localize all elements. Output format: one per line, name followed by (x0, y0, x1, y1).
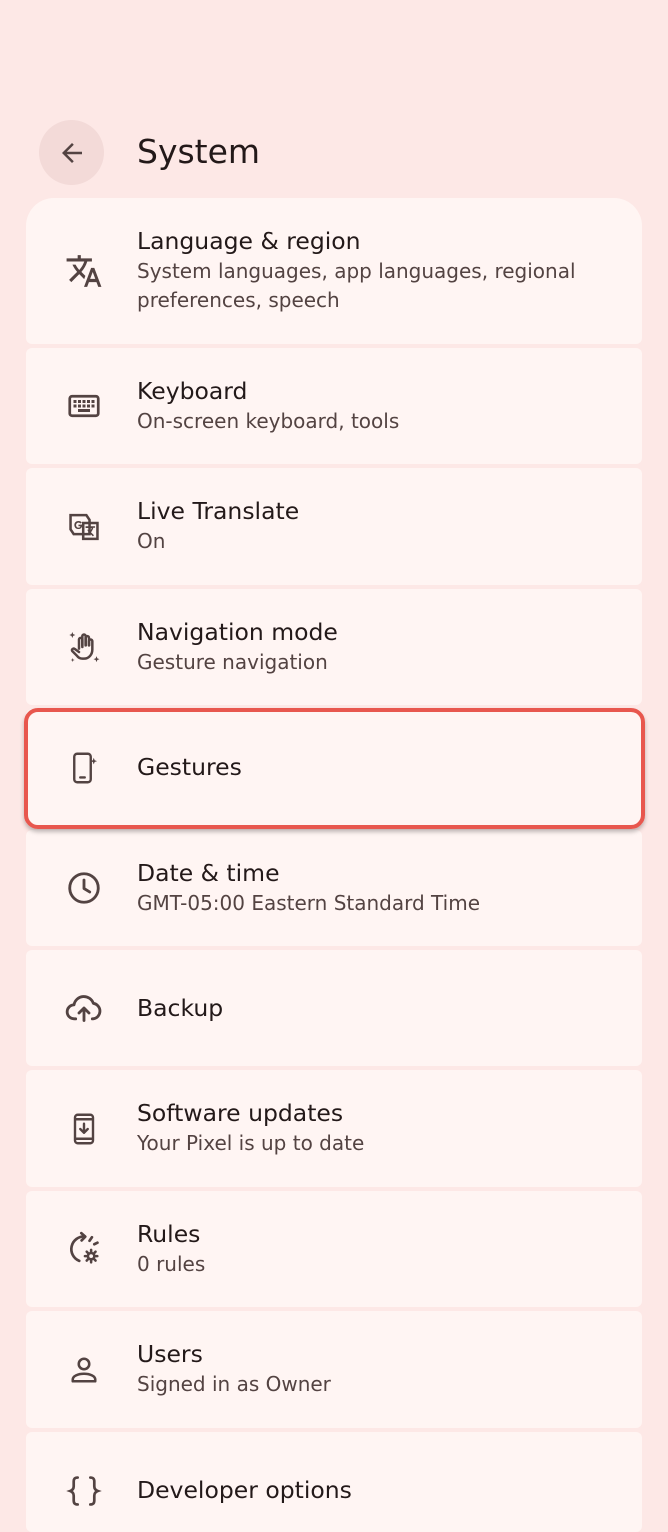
setting-title: Rules (137, 1220, 201, 1248)
setting-gestures[interactable]: Gestures (26, 709, 642, 826)
setting-software-updates[interactable]: Software updates Your Pixel is up to dat… (26, 1070, 642, 1187)
setting-backup[interactable]: Backup (26, 950, 642, 1066)
setting-title: Navigation mode (137, 618, 338, 646)
translate-icon (62, 249, 106, 293)
setting-rules[interactable]: Rules 0 rules (26, 1191, 642, 1307)
setting-title: Live Translate (137, 497, 300, 525)
setting-users[interactable]: Users Signed in as Owner (26, 1311, 642, 1428)
setting-title: Gestures (137, 753, 242, 781)
setting-navigation-mode[interactable]: Navigation mode Gesture navigation (26, 589, 642, 705)
setting-keyboard[interactable]: Keyboard On-screen keyboard, tools (26, 348, 642, 464)
setting-summary: System languages, app languages, regiona… (137, 259, 576, 312)
setting-developer-options[interactable]: Developer options (26, 1432, 642, 1532)
cloud-upload-icon (62, 986, 106, 1030)
setting-title: Software updates (137, 1099, 344, 1127)
arrow-back-icon (61, 142, 82, 163)
back-button[interactable] (39, 120, 104, 185)
setting-summary: On (137, 529, 166, 553)
setting-summary: GMT-05:00 Eastern Standard Time (137, 891, 480, 915)
setting-language-region[interactable]: Language & region System languages, app … (26, 198, 642, 344)
setting-summary: Signed in as Owner (137, 1372, 331, 1396)
setting-summary: 0 rules (137, 1252, 206, 1276)
app-bar: System (0, 0, 668, 196)
setting-date-time[interactable]: Date & time GMT-05:00 Eastern Standard T… (26, 830, 642, 946)
live-translate-icon (62, 505, 106, 549)
setting-title: Backup (137, 994, 224, 1022)
page-title: System (137, 132, 261, 171)
rules-icon (62, 1227, 106, 1271)
setting-summary: Gesture navigation (137, 650, 328, 674)
setting-title: Language & region (137, 227, 361, 255)
system-update-icon (62, 1107, 106, 1151)
person-icon (62, 1348, 106, 1392)
code-braces-icon (62, 1469, 106, 1513)
setting-title: Keyboard (137, 377, 248, 405)
phone-gesture-icon (62, 746, 106, 790)
clock-icon (62, 866, 106, 910)
setting-live-translate[interactable]: Live Translate On (26, 468, 642, 585)
setting-title: Users (137, 1340, 203, 1368)
keyboard-icon (62, 384, 106, 428)
gesture-hand-icon (62, 625, 106, 669)
setting-title: Date & time (137, 859, 280, 887)
setting-summary: On-screen keyboard, tools (137, 409, 400, 433)
setting-title: Developer options (137, 1476, 352, 1504)
setting-summary: Your Pixel is up to date (137, 1131, 365, 1155)
